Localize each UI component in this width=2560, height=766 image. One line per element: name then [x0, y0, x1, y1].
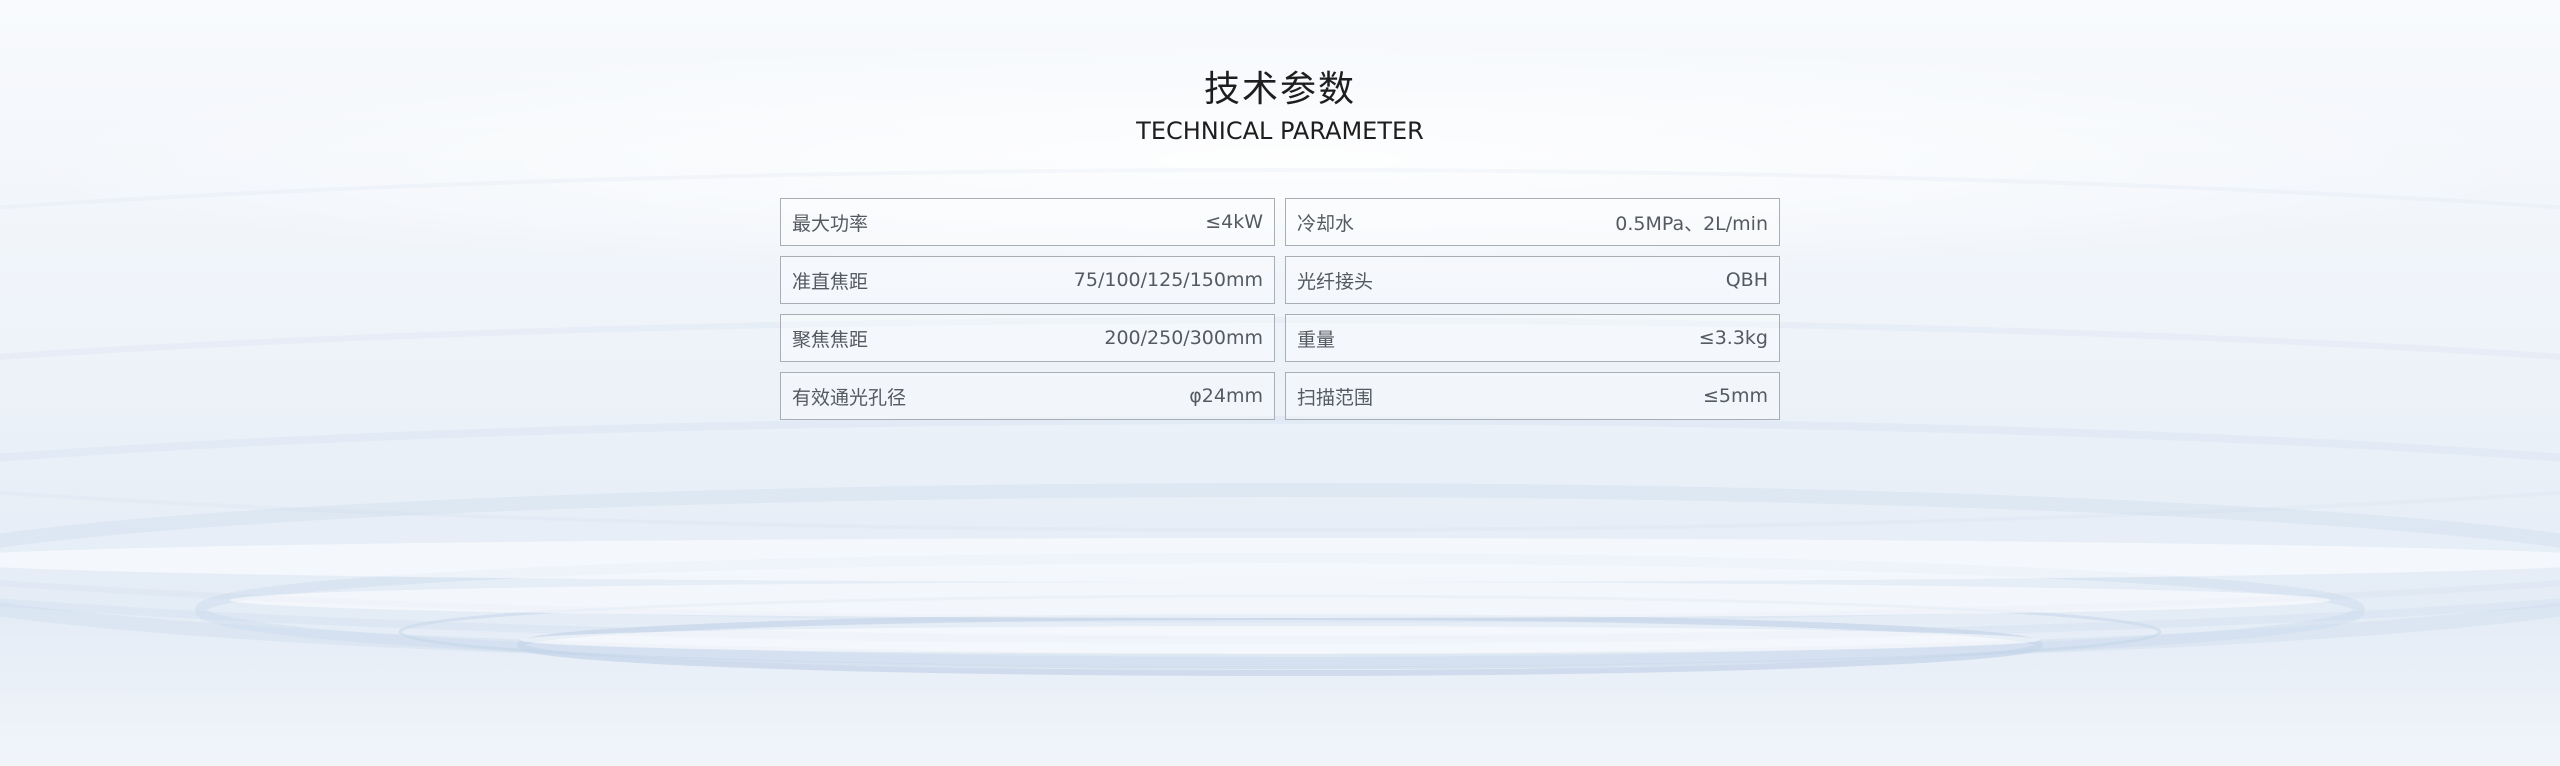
param-label: 聚焦焦距 [792, 328, 869, 351]
param-label: 有效通光孔径 [792, 386, 907, 409]
param-scan-range: 扫描范围 ≤5mm [1285, 372, 1780, 420]
param-value: ≤3.3kg [1698, 327, 1768, 349]
param-collimation-focal-length: 准直焦距 75/100/125/150mm [780, 256, 1275, 304]
param-label: 重量 [1297, 328, 1336, 351]
param-value: 0.5MPa、2L/min [1615, 212, 1768, 235]
section-subtitle: TECHNICAL PARAMETER [1136, 117, 1424, 145]
section-title: 技术参数 [1203, 69, 1356, 110]
param-value: ≤4kW [1205, 211, 1263, 233]
param-label: 准直焦距 [792, 270, 869, 293]
param-value: ≤5mm [1702, 385, 1768, 407]
param-value: 200/250/300mm [1104, 327, 1263, 349]
param-cooling-water: 冷却水 0.5MPa、2L/min [1285, 198, 1780, 246]
tech-parameter-section: 技术参数 TECHNICAL PARAMETER 最大功率 ≤4kW 冷却水 0… [0, 0, 2560, 766]
parameter-grid: 最大功率 ≤4kW 冷却水 0.5MPa、2L/min 准直焦距 75/100/… [780, 198, 1780, 420]
param-weight: 重量 ≤3.3kg [1285, 314, 1780, 362]
param-label: 冷却水 [1297, 212, 1355, 235]
param-max-power: 最大功率 ≤4kW [780, 198, 1275, 246]
param-fiber-connector: 光纤接头 QBH [1285, 256, 1780, 304]
param-focusing-focal-length: 聚焦焦距 200/250/300mm [780, 314, 1275, 362]
param-value: 75/100/125/150mm [1073, 269, 1263, 291]
param-clear-aperture: 有效通光孔径 φ24mm [780, 372, 1275, 420]
param-label: 光纤接头 [1297, 270, 1374, 293]
param-label: 最大功率 [792, 212, 869, 235]
param-value: φ24mm [1189, 385, 1263, 407]
param-label: 扫描范围 [1297, 386, 1374, 409]
param-value: QBH [1725, 269, 1768, 291]
